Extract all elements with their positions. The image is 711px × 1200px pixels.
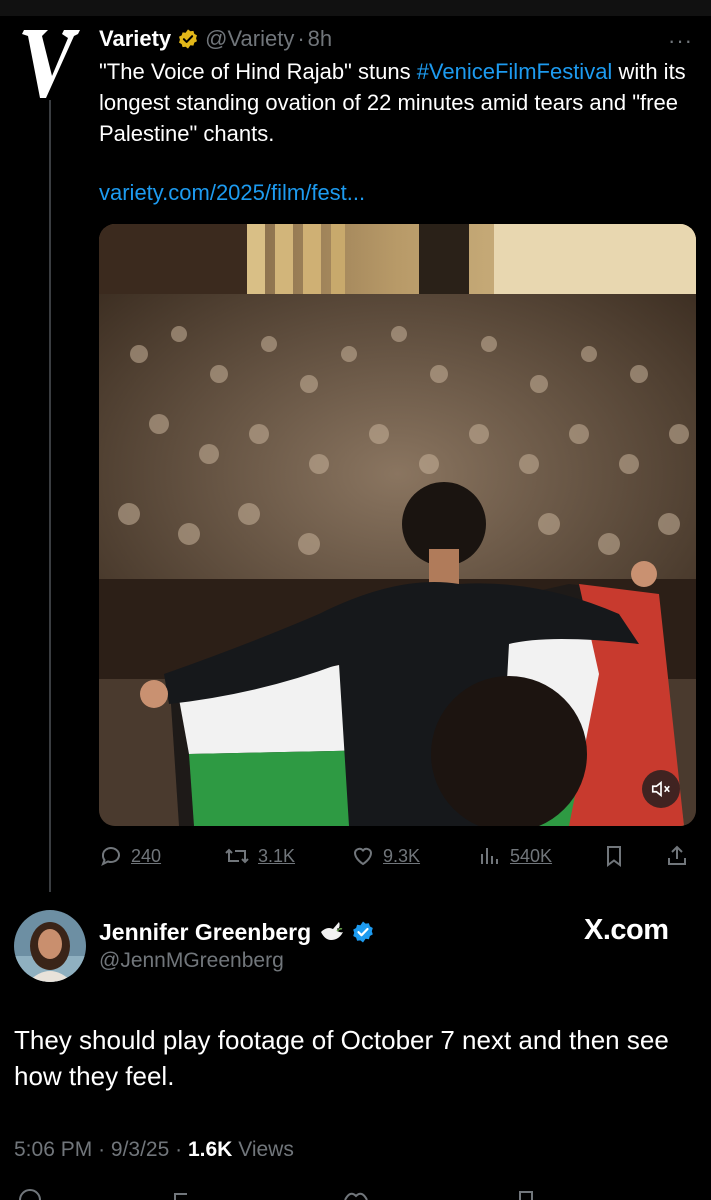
mute-icon[interactable] xyxy=(642,770,680,808)
video-media[interactable] xyxy=(99,224,696,826)
views-button[interactable]: 540K xyxy=(478,838,552,874)
post-time[interactable]: 8h xyxy=(308,26,332,52)
dove-icon xyxy=(321,922,344,940)
blue-verified-badge-icon xyxy=(353,921,373,943)
separator-dot: · xyxy=(98,1138,106,1161)
reply-button[interactable]: 240 xyxy=(99,838,161,874)
variety-logo-icon[interactable] xyxy=(22,24,80,100)
like-count: 9.3K xyxy=(383,845,421,866)
x-brand-label: X.com xyxy=(584,914,669,946)
article-link[interactable]: variety.com/2025/film/fest... xyxy=(99,180,365,206)
share-icon[interactable] xyxy=(665,838,689,874)
gold-verified-badge-icon xyxy=(179,29,198,49)
tweet-text-part: "The Voice of Hind Rajab" stuns xyxy=(99,59,417,84)
reply-count: 240 xyxy=(131,845,162,866)
account-name[interactable]: Variety xyxy=(99,26,171,52)
views-icon xyxy=(481,848,498,864)
avatar[interactable] xyxy=(14,910,86,982)
post-date[interactable]: 9/3/25 xyxy=(111,1138,169,1161)
thread-connector-line xyxy=(49,100,51,892)
separator-dot: · xyxy=(175,1138,183,1161)
quoted-tweet-text: "The Voice of Hind Rajab" stuns #VeniceF… xyxy=(99,56,689,149)
tweet-metadata: 5:06 PM · 9/3/25 · 1.6K Views xyxy=(14,1138,294,1162)
like-button[interactable]: 9.3K xyxy=(351,838,420,874)
tweet-action-bar: 240 3.1K 9.3K 540K xyxy=(99,838,696,874)
author-handle[interactable]: @JennMGreenberg xyxy=(99,949,284,973)
reply-icon xyxy=(101,847,120,867)
tweet-text: They should play footage of October 7 ne… xyxy=(14,1025,669,1091)
bookmark-icon[interactable] xyxy=(602,838,626,874)
author-name-row: Jennifer Greenberg xyxy=(99,915,375,949)
cut-off-action-bar xyxy=(0,1186,711,1200)
views-count: 540K xyxy=(510,845,553,866)
more-icon[interactable]: ··· xyxy=(668,28,693,54)
repost-count: 3.1K xyxy=(258,845,296,866)
post-time[interactable]: 5:06 PM xyxy=(14,1138,92,1161)
account-handle[interactable]: @Variety xyxy=(205,26,294,52)
views-label: Views xyxy=(238,1138,294,1161)
hashtag-link[interactable]: #VeniceFilmFestival xyxy=(417,59,613,84)
separator-dot: · xyxy=(297,26,305,51)
repost-icon xyxy=(225,848,249,864)
display-name[interactable]: Jennifer Greenberg xyxy=(99,919,311,946)
view-count: 1.6K xyxy=(187,1138,233,1161)
repost-button[interactable]: 3.1K xyxy=(224,838,295,874)
status-bar-strip xyxy=(0,0,711,16)
quoted-tweet-header: Variety @Variety · 8h xyxy=(99,24,332,54)
like-icon xyxy=(353,847,373,866)
